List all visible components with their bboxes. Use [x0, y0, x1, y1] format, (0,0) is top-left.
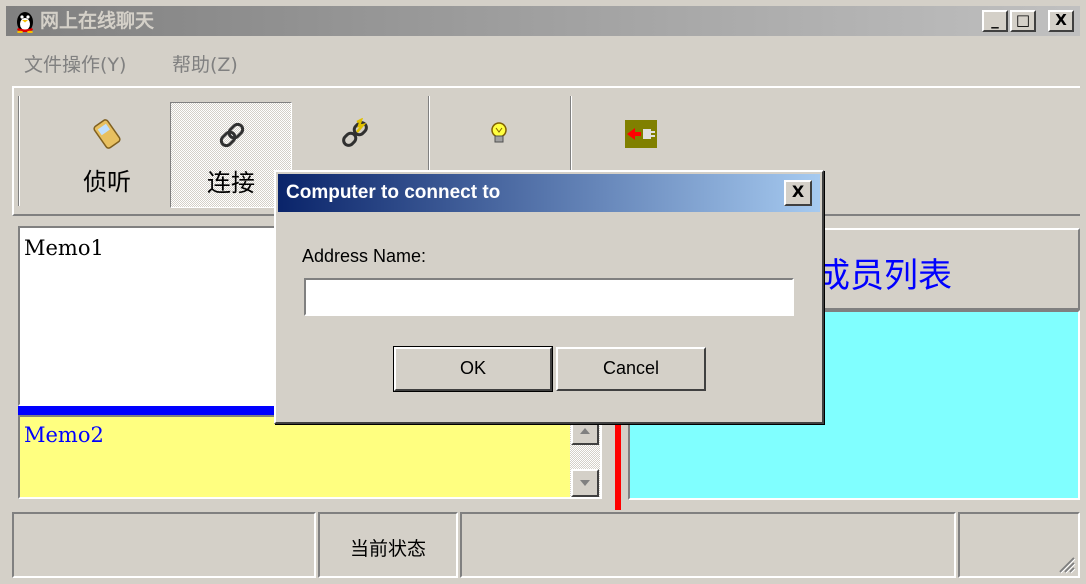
address-name-input[interactable]: [304, 278, 794, 316]
status-text: 当前状态: [349, 538, 426, 560]
menu-help[interactable]: 帮助(Z): [172, 50, 238, 80]
listen-label: 侦听: [83, 168, 131, 196]
title-bar[interactable]: 网上在线聊天 _ □ X: [6, 6, 1080, 36]
connect-label: 连接: [207, 169, 255, 197]
menu-file-operations[interactable]: 文件操作(Y): [24, 50, 126, 80]
status-panel-current-state: 当前状态: [318, 512, 458, 578]
vertical-scrollbar[interactable]: [570, 417, 600, 497]
phone-icon: [93, 119, 121, 149]
status-bar: 当前状态: [6, 512, 1080, 578]
ok-button[interactable]: OK: [393, 346, 553, 392]
cancel-button[interactable]: Cancel: [556, 347, 706, 391]
chain-link-icon: [219, 122, 245, 148]
memo2-text: Memo2: [24, 423, 104, 447]
close-button[interactable]: X: [1048, 10, 1074, 32]
maximize-icon: □: [1015, 11, 1031, 29]
arrow-down-icon: [580, 480, 590, 486]
disconnect-link-icon: [342, 118, 368, 147]
memo1-text: Memo1: [24, 236, 104, 260]
dialog-title: Computer to connect to: [286, 182, 501, 203]
maximize-button[interactable]: □: [1010, 10, 1036, 32]
minimize-icon: _: [991, 11, 999, 29]
scroll-down-button[interactable]: [571, 469, 599, 497]
status-panel: [958, 512, 1080, 578]
chat-window: 网上在线聊天 _ □ X 文件操作(Y) 帮助(Z) 侦听 连接 Memo1 M…: [0, 0, 1086, 584]
penguin-icon: [17, 12, 33, 33]
plug-exit-icon: [625, 120, 657, 148]
status-panel: [460, 512, 956, 578]
address-name-label: Address Name:: [302, 246, 427, 266]
close-icon: X: [791, 182, 805, 201]
listen-button[interactable]: 侦听: [46, 102, 168, 208]
dialog-close-button[interactable]: X: [784, 180, 812, 206]
memo2-textarea[interactable]: Memo2: [18, 415, 602, 499]
arrow-up-icon: [580, 428, 590, 434]
close-icon: X: [1055, 11, 1067, 29]
window-title: 网上在线聊天: [40, 10, 155, 32]
dialog-title-bar[interactable]: Computer to connect to X: [278, 174, 820, 212]
minimize-button[interactable]: _: [982, 10, 1008, 32]
connect-dialog: Computer to connect to X Address Name: O…: [274, 170, 824, 424]
status-panel: [12, 512, 316, 578]
lightbulb-icon: [491, 122, 507, 143]
toolbar-grip: [18, 96, 20, 206]
resize-grip-icon[interactable]: [1054, 552, 1076, 574]
